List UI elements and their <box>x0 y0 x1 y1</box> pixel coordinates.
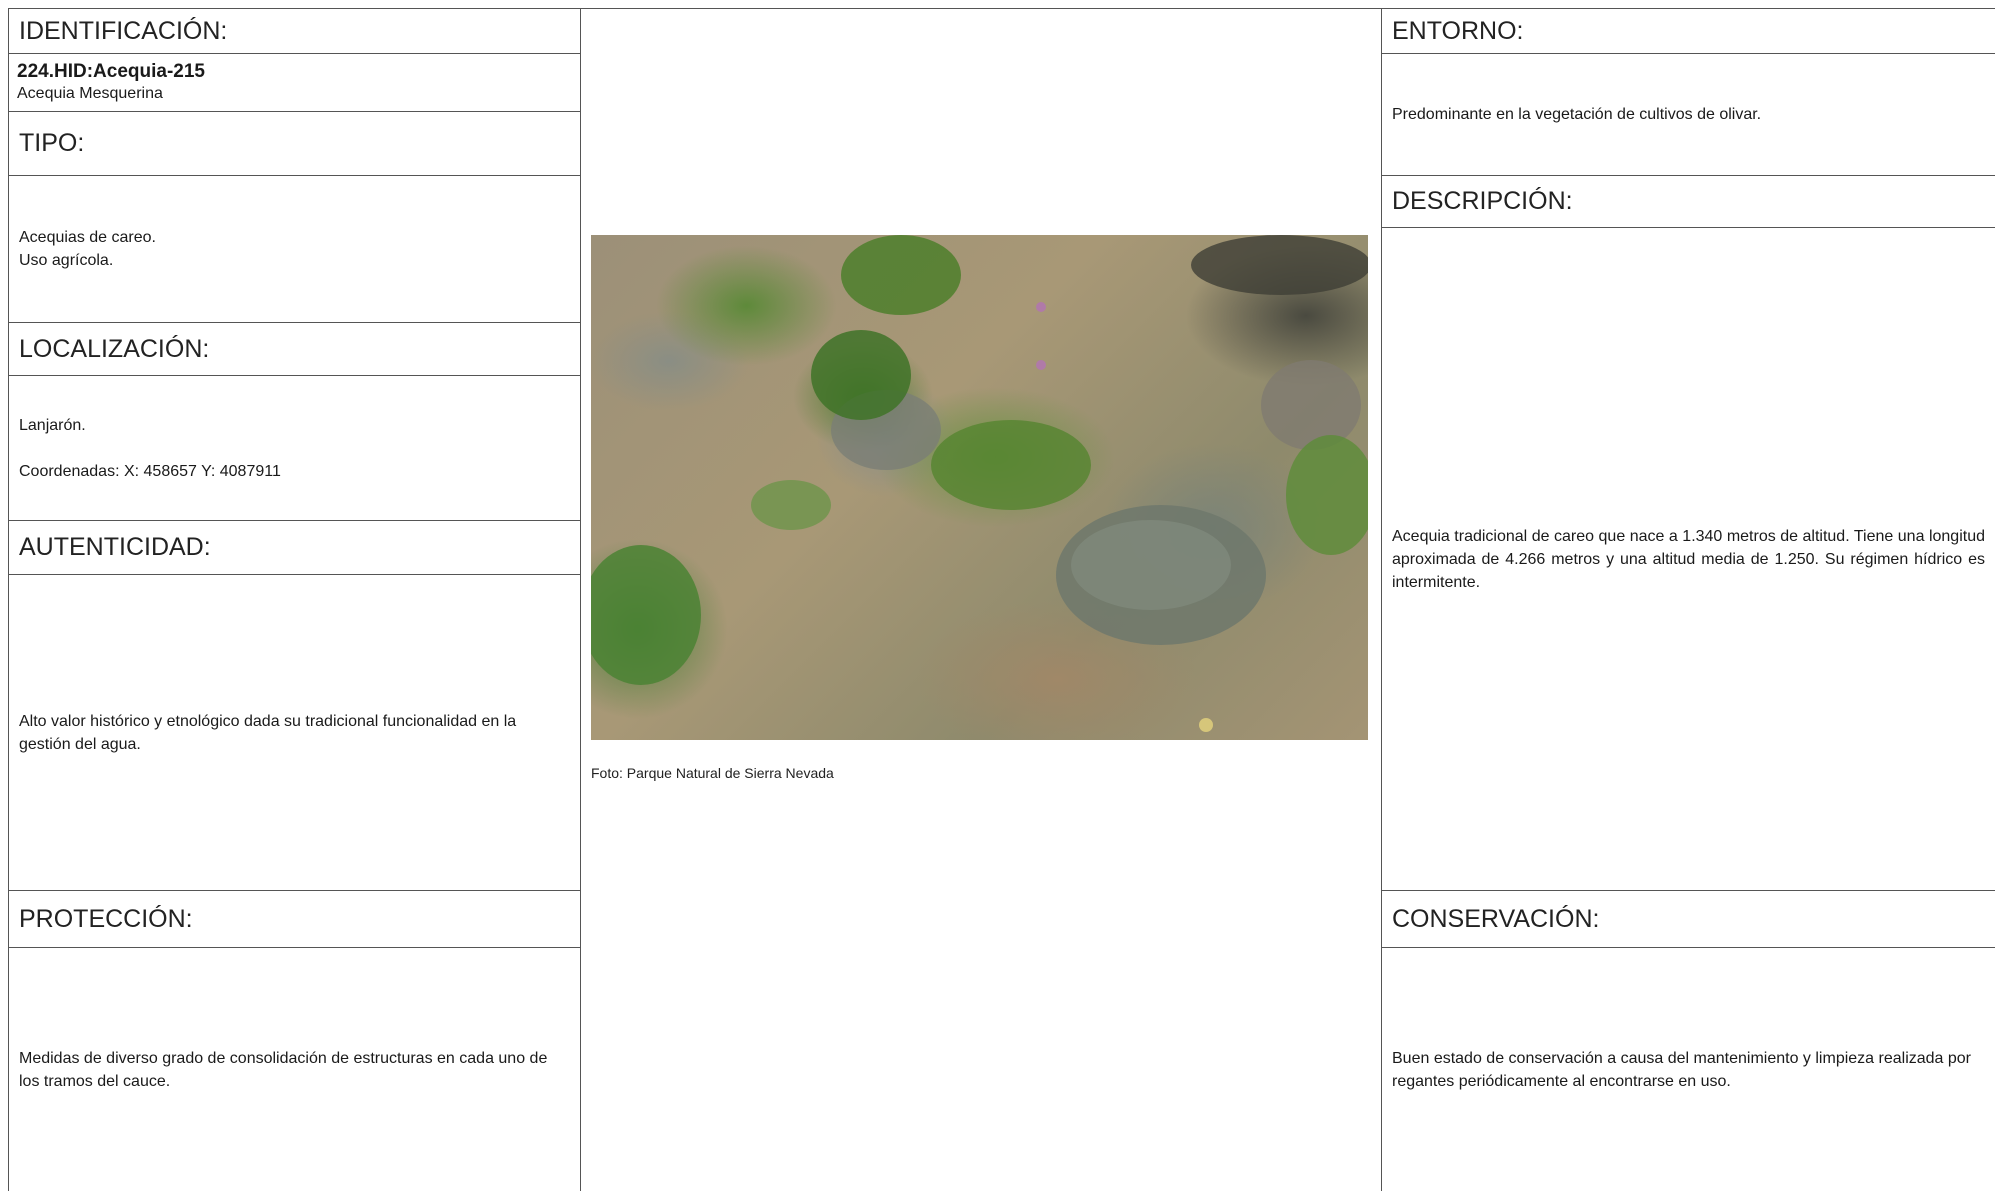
localizacion-header: LOCALIZACIÓN: <box>9 323 580 376</box>
conservacion-text: Buen estado de conservación a causa del … <box>1392 1050 1972 1090</box>
entorno-header: ENTORNO: <box>1382 9 1995 54</box>
right-column: ENTORNO: Predominante en la vegetación d… <box>1381 8 1995 1191</box>
autenticidad-header: AUTENTICIDAD: <box>9 521 580 575</box>
proteccion-text: Medidas de diverso grado de consolidació… <box>19 1050 548 1090</box>
descripcion-body: Acequia tradicional de careo que nace a … <box>1382 228 1995 891</box>
conservacion-header: CONSERVACIÓN: <box>1382 891 1995 948</box>
tipo-line-1: Acequias de careo. <box>19 229 156 246</box>
center-column: Foto: Parque Natural de Sierra Nevada <box>581 8 1381 1191</box>
tipo-header: TIPO: <box>9 112 580 176</box>
photo-caption: Foto: Parque Natural de Sierra Nevada <box>591 765 834 781</box>
descripcion-text: Acequia tradicional de careo que nace a … <box>1392 527 1985 591</box>
record-name: Acequia Mesquerina <box>17 85 163 102</box>
entorno-body: Predominante en la vegetación de cultivo… <box>1382 54 1995 176</box>
descripcion-header: DESCRIPCIÓN: <box>1382 176 1995 228</box>
autenticidad-text: Alto valor histórico y etnológico dada s… <box>19 712 517 753</box>
site-photo <box>581 235 1376 740</box>
localizacion-coords: Coordenadas: X: 458657 Y: 4087911 <box>19 462 281 480</box>
tipo-line-2: Uso agrícola. <box>19 252 114 269</box>
localizacion-body: Lanjarón. Coordenadas: X: 458657 Y: 4087… <box>9 376 580 521</box>
left-column: IDENTIFICACIÓN: 224.HID:Acequia-215 Aceq… <box>8 8 581 1191</box>
tipo-body: Acequias de careo. Uso agrícola. <box>9 176 580 323</box>
identificacion-header: IDENTIFICACIÓN: <box>9 9 580 54</box>
entorno-text: Predominante en la vegetación de cultivo… <box>1392 106 1762 123</box>
proteccion-header: PROTECCIÓN: <box>9 891 580 948</box>
localizacion-place: Lanjarón. <box>19 416 86 434</box>
conservacion-body: Buen estado de conservación a causa del … <box>1382 948 1995 1192</box>
autenticidad-body: Alto valor histórico y etnológico dada s… <box>9 575 580 891</box>
identificacion-body: 224.HID:Acequia-215 Acequia Mesquerina <box>9 54 580 112</box>
photo-vegetation <box>581 235 1376 732</box>
record-code: 224.HID:Acequia-215 <box>17 61 205 82</box>
proteccion-body: Medidas de diverso grado de consolidació… <box>9 948 580 1192</box>
